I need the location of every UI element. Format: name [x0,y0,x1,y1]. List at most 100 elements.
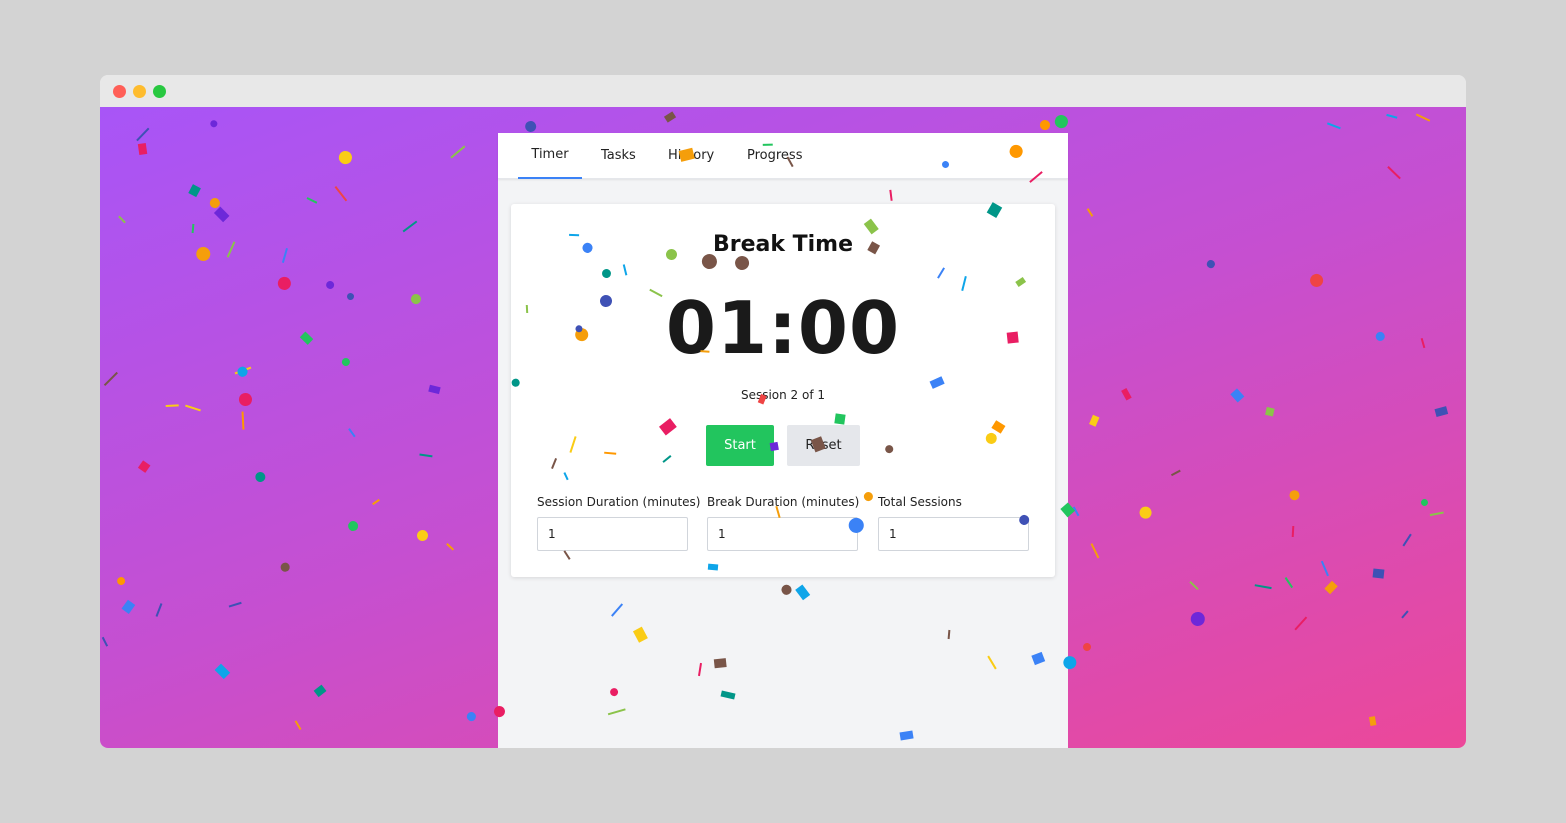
confetti-piece [214,663,231,679]
confetti-piece [101,637,109,647]
confetti-piece [104,371,118,386]
confetti-piece [282,248,288,263]
confetti-piece [1415,113,1431,122]
confetti-piece [1265,406,1275,417]
tab-timer[interactable]: Timer [518,133,582,179]
confetti-piece [445,542,455,551]
confetti-piece [280,562,291,573]
confetti-piece [115,575,127,587]
confetti-piece [313,684,327,698]
pomodoro-app: Timer Tasks History Progress Break Time … [498,133,1068,748]
confetti-piece [299,331,313,345]
confetti-piece [1039,119,1051,131]
break-duration-input[interactable] [707,517,858,551]
timer-mode-title: Break Time [712,232,854,257]
confetti-piece [341,357,351,367]
close-window-button[interactable] [113,85,126,98]
confetti-piece [1053,113,1070,130]
confetti-piece [185,404,201,412]
confetti-piece [337,149,354,166]
confetti-piece [1434,406,1449,418]
confetti-piece [226,241,236,258]
confetti-piece [1324,580,1338,595]
confetti-piece [236,365,250,379]
confetti-piece [1139,506,1153,520]
confetti-piece [136,127,150,141]
confetti-piece [402,220,418,233]
confetti-piece [1230,388,1245,403]
reset-button[interactable]: Reset [787,425,860,466]
confetti-piece [1368,716,1377,727]
confetti-piece [346,292,355,301]
start-button[interactable]: Start [706,425,774,466]
tab-bar: Timer Tasks History Progress [498,133,1068,179]
confetti-piece [208,118,219,129]
confetti-piece [188,184,201,197]
confetti-piece [213,206,230,223]
confetti-piece [1419,497,1430,508]
tab-history[interactable]: History [668,133,714,179]
confetti-piece [1402,533,1412,547]
confetti-piece [1088,414,1100,427]
confetti-piece [1321,561,1329,577]
confetti-piece [1327,122,1341,130]
confetti-piece [1430,511,1444,517]
confetti-piece [1294,616,1308,631]
confetti-piece [345,518,361,534]
confetti-piece [137,142,148,156]
confetti-piece [165,404,179,408]
total-sessions-label: Total Sessions [878,495,962,509]
confetti-piece [1205,258,1216,269]
timer-card: Break Time 01:00 Session 2 of 1 Start Re… [511,204,1055,577]
confetti-piece [1086,208,1094,217]
confetti-piece [237,391,253,407]
confetti-piece [228,601,242,608]
confetti-piece [1374,330,1387,343]
confetti-piece [334,186,348,202]
confetti-piece [465,710,478,723]
confetti-piece [1171,469,1181,477]
confetti-piece [138,460,151,473]
confetti-piece [324,279,336,291]
confetti-piece [1189,580,1199,591]
confetti-piece [121,599,136,614]
confetti-piece [1386,113,1398,119]
confetti-piece [416,529,429,542]
confetti-piece [234,366,252,375]
break-duration-label: Break Duration (minutes) [707,495,860,509]
confetti-piece [1284,577,1294,589]
maximize-window-button[interactable] [153,85,166,98]
confetti-piece [208,196,222,210]
confetti-piece [419,453,433,458]
confetti-piece [1082,642,1092,652]
confetti-piece [348,428,356,438]
session-duration-label: Session Duration (minutes) [537,495,701,509]
confetti-piece [1072,506,1080,517]
browser-window: Timer Tasks History Progress Break Time … [100,75,1466,748]
minimize-window-button[interactable] [133,85,146,98]
confetti-piece [372,498,380,506]
confetti-piece [664,111,677,123]
confetti-piece [1190,611,1206,627]
tab-progress[interactable]: Progress [747,133,802,179]
confetti-piece [306,197,318,204]
confetti-piece [1286,487,1302,503]
confetti-piece [241,411,245,430]
window-titlebar [100,75,1466,107]
confetti-piece [1291,525,1295,538]
session-duration-input[interactable] [537,517,688,551]
confetti-piece [118,215,126,224]
confetti-piece [1387,165,1401,180]
tab-tasks[interactable]: Tasks [601,133,636,179]
confetti-piece [524,120,537,133]
countdown-display: 01:00 [665,286,901,370]
confetti-piece [1254,584,1272,590]
confetti-piece [253,470,267,484]
confetti-piece [155,603,163,617]
confetti-piece [294,720,302,730]
confetti-piece [1307,271,1326,290]
confetti-piece [409,292,423,306]
confetti-piece [1420,337,1426,349]
total-sessions-input[interactable] [878,517,1029,551]
confetti-piece [1372,568,1384,579]
